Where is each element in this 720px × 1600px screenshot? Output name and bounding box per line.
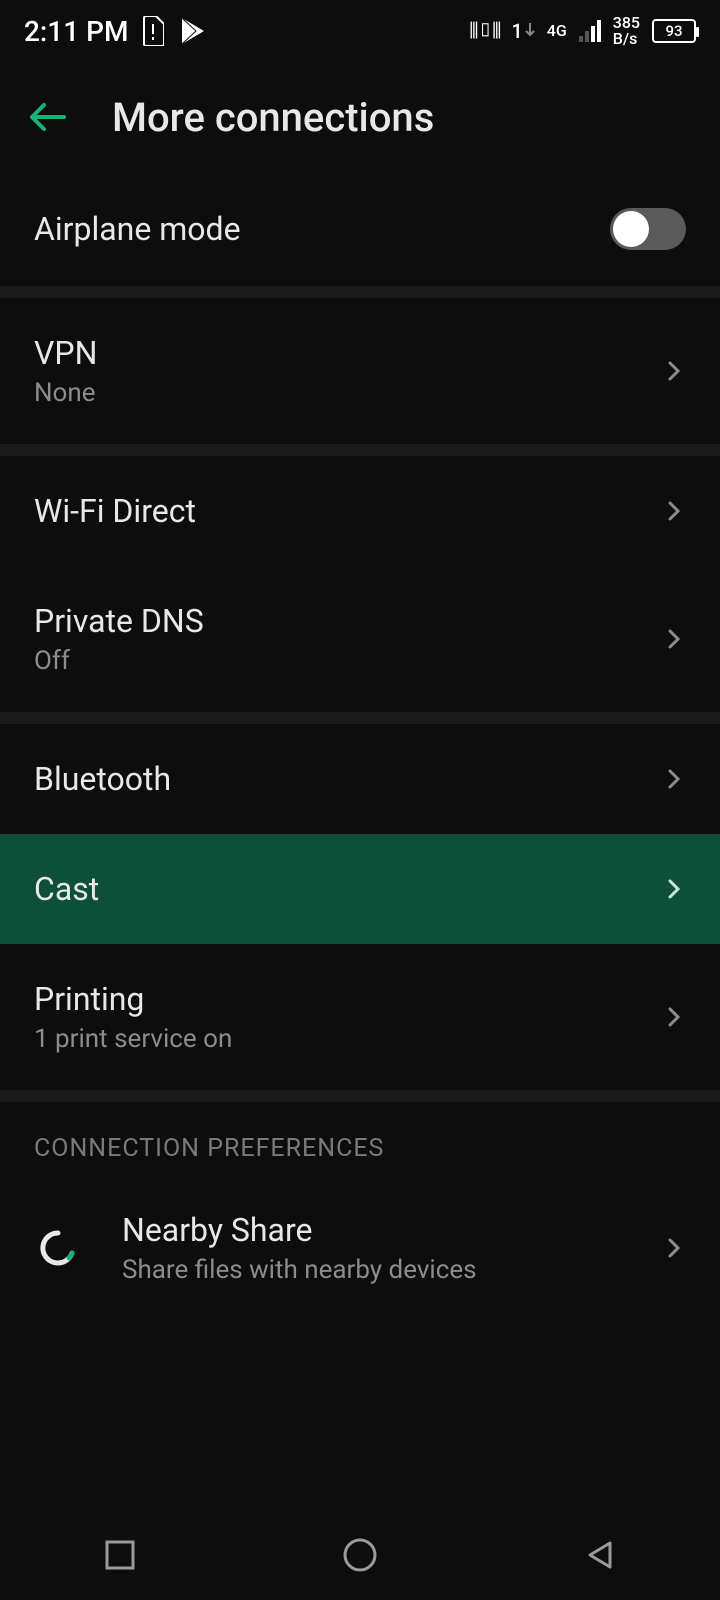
nearby-share-sub: Share files with nearby devices	[122, 1255, 642, 1285]
status-time: 2:11 PM	[24, 15, 128, 48]
status-bar: 2:11 PM ⫴▯⫴ 1 4G 385 B/s 93	[0, 0, 720, 62]
chevron-right-icon	[662, 1236, 686, 1260]
status-right: ⫴▯⫴ 1 4G 385 B/s 93	[469, 15, 696, 47]
nav-recent-button[interactable]	[98, 1533, 142, 1577]
row-wifi-direct[interactable]: Wi-Fi Direct	[0, 456, 720, 566]
vpn-label: VPN	[34, 334, 642, 372]
private-dns-label: Private DNS	[34, 602, 642, 640]
airplane-mode-label: Airplane mode	[34, 210, 590, 248]
signal-bars-icon	[579, 20, 601, 42]
chevron-right-icon	[662, 877, 686, 901]
home-icon	[341, 1536, 379, 1574]
nav-home-button[interactable]	[338, 1533, 382, 1577]
printing-label: Printing	[34, 980, 642, 1018]
recent-apps-icon	[103, 1538, 137, 1572]
chevron-right-icon	[662, 499, 686, 523]
row-bluetooth[interactable]: Bluetooth	[0, 724, 720, 834]
cast-label: Cast	[34, 870, 642, 908]
bluetooth-label: Bluetooth	[34, 760, 642, 798]
network-speed: 385 B/s	[613, 15, 640, 47]
network-type: 4G	[547, 23, 567, 39]
sim1-indicator: 1	[511, 19, 534, 43]
page-title: More connections	[112, 94, 434, 141]
divider	[0, 712, 720, 724]
wifi-direct-label: Wi-Fi Direct	[34, 492, 642, 530]
vibrate-icon: ⫴▯⫴	[469, 19, 499, 44]
settings-list: Airplane mode VPN None Wi-Fi Direct Priv…	[0, 172, 720, 1321]
battery-level: 93	[665, 22, 682, 40]
sim-alert-icon	[142, 16, 164, 46]
divider	[0, 444, 720, 456]
chevron-right-icon	[662, 1005, 686, 1029]
chevron-right-icon	[662, 627, 686, 651]
row-nearby-share[interactable]: Nearby Share Share files with nearby dev…	[0, 1175, 720, 1321]
back-triangle-icon	[582, 1537, 618, 1573]
google-icon	[34, 1224, 82, 1272]
row-cast[interactable]: Cast	[0, 834, 720, 944]
chevron-right-icon	[662, 359, 686, 383]
section-connection-preferences: CONNECTION PREFERENCES	[0, 1102, 720, 1175]
row-airplane-mode[interactable]: Airplane mode	[0, 172, 720, 286]
nearby-share-label: Nearby Share	[122, 1211, 642, 1249]
row-vpn[interactable]: VPN None	[0, 298, 720, 444]
toggle-knob	[613, 211, 649, 247]
divider	[0, 286, 720, 298]
row-printing[interactable]: Printing 1 print service on	[0, 944, 720, 1090]
row-private-dns[interactable]: Private DNS Off	[0, 566, 720, 712]
divider	[0, 1090, 720, 1102]
navigation-bar	[0, 1510, 720, 1600]
back-arrow-icon	[26, 95, 70, 139]
chevron-right-icon	[662, 767, 686, 791]
battery-icon: 93	[652, 19, 696, 43]
airplane-mode-toggle[interactable]	[610, 208, 686, 250]
nav-back-button[interactable]	[578, 1533, 622, 1577]
printing-status: 1 print service on	[34, 1024, 642, 1054]
status-left: 2:11 PM	[24, 15, 208, 48]
sim-number: 1	[511, 19, 522, 43]
download-arrow-icon	[525, 21, 535, 41]
private-dns-status: Off	[34, 646, 642, 676]
back-button[interactable]	[24, 93, 72, 141]
play-store-icon	[178, 16, 208, 46]
vpn-status: None	[34, 378, 642, 408]
app-bar: More connections	[0, 62, 720, 172]
